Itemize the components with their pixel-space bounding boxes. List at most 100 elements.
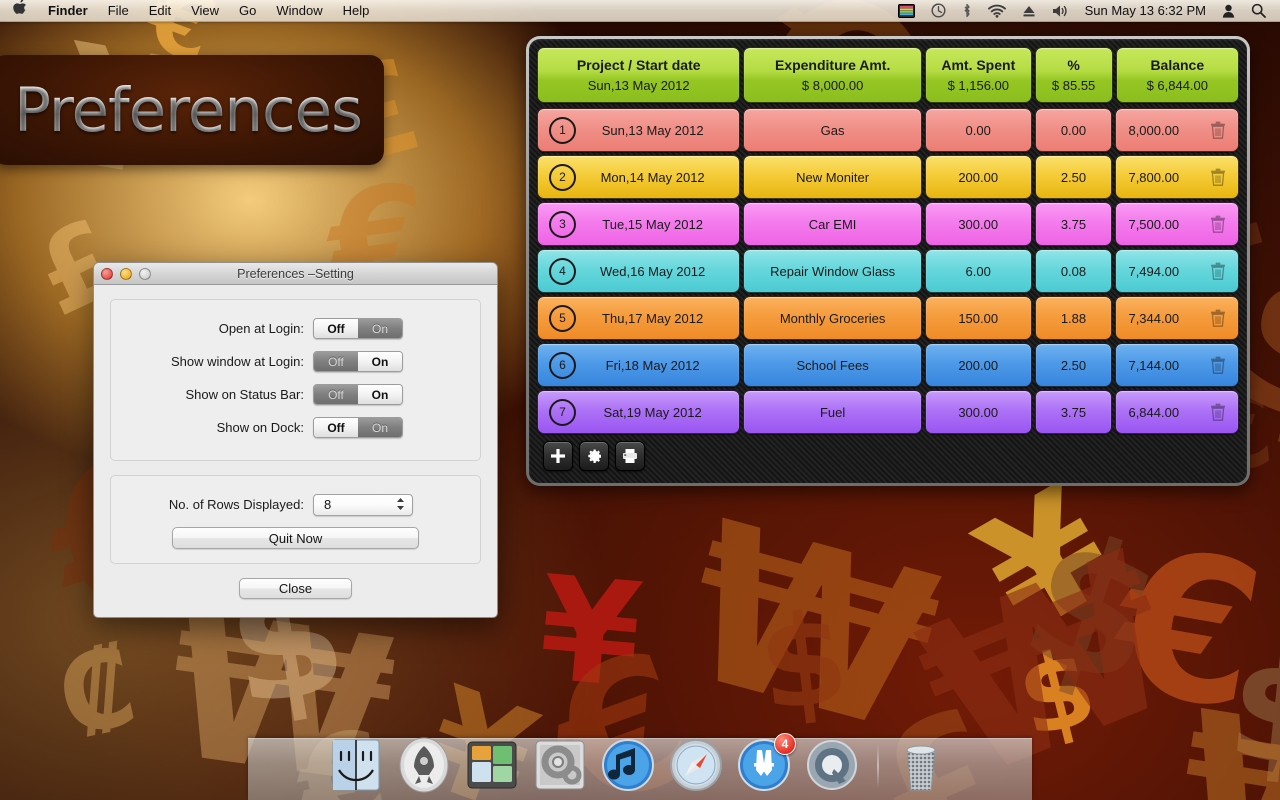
row-date-cell[interactable]: 1 Sun,13 May 2012	[537, 108, 741, 152]
toggle-off-segment[interactable]: Off	[314, 352, 358, 371]
table-header-cell[interactable]: Balance $ 6,844.00	[1115, 47, 1239, 103]
table-row[interactable]: 3 Tue,15 May 2012 Car EMI 300.00 3.75 7,500.0…	[537, 202, 1239, 246]
row-item-cell[interactable]: School Fees	[743, 343, 922, 387]
table-header-cell[interactable]: % $ 85.55	[1034, 47, 1113, 103]
preference-toggle[interactable]: Off On	[313, 417, 403, 438]
add-row-button[interactable]	[543, 441, 573, 471]
row-date-cell[interactable]: 3 Tue,15 May 2012	[537, 202, 741, 246]
row-item-cell[interactable]: Car EMI	[743, 202, 922, 246]
wifi-icon[interactable]	[980, 0, 1014, 22]
user-account-icon[interactable]	[1214, 0, 1243, 22]
row-balance-cell[interactable]: 8,000.00	[1115, 108, 1239, 152]
table-row[interactable]: 6 Fri,18 May 2012 School Fees 200.00 2.50 7,1…	[537, 343, 1239, 387]
trash-delete-icon[interactable]	[1210, 215, 1226, 233]
dock-trash[interactable]	[895, 736, 953, 794]
row-spent-cell[interactable]: 150.00	[924, 296, 1032, 340]
row-percent-cell[interactable]: 2.50	[1034, 343, 1113, 387]
row-percent-cell[interactable]: 0.08	[1034, 249, 1113, 293]
print-button[interactable]	[615, 441, 645, 471]
menu-item-view[interactable]: View	[181, 0, 229, 22]
toggle-on-segment[interactable]: On	[358, 418, 402, 437]
table-row[interactable]: 1 Sun,13 May 2012 Gas 0.00 0.00 8,000.00	[537, 108, 1239, 152]
row-spent-cell[interactable]: 300.00	[924, 202, 1032, 246]
trash-delete-icon[interactable]	[1210, 121, 1226, 139]
table-header-cell[interactable]: Project / Start date Sun,13 May 2012	[537, 47, 741, 103]
toggle-on-segment[interactable]: On	[358, 385, 402, 404]
quit-now-button[interactable]: Quit Now	[172, 527, 419, 549]
toggle-on-segment[interactable]: On	[358, 352, 402, 371]
row-spent-cell[interactable]: 6.00	[924, 249, 1032, 293]
row-percent-cell[interactable]: 3.75	[1034, 390, 1113, 434]
dock-mission-control[interactable]	[463, 736, 521, 794]
row-balance-cell[interactable]: 7,500.00	[1115, 202, 1239, 246]
table-row[interactable]: 5 Thu,17 May 2012 Monthly Groceries 150.00 1…	[537, 296, 1239, 340]
preference-toggle[interactable]: Off On	[313, 351, 403, 372]
volume-icon[interactable]	[1044, 0, 1077, 22]
row-date-cell[interactable]: 2 Mon,14 May 2012	[537, 155, 741, 199]
row-spent-cell[interactable]: 200.00	[924, 343, 1032, 387]
dock-quicktime[interactable]	[803, 736, 861, 794]
row-item-cell[interactable]: Fuel	[743, 390, 922, 434]
time-machine-icon[interactable]	[923, 0, 954, 22]
toggle-off-segment[interactable]: Off	[314, 319, 358, 338]
trash-delete-icon[interactable]	[1210, 309, 1226, 327]
toggle-on-segment[interactable]: On	[358, 319, 402, 338]
menu-item-help[interactable]: Help	[333, 0, 380, 22]
row-percent-cell[interactable]: 0.00	[1034, 108, 1113, 152]
apple-logo-icon[interactable]	[0, 0, 38, 22]
trash-delete-icon[interactable]	[1210, 356, 1226, 374]
trash-delete-icon[interactable]	[1210, 403, 1226, 421]
stepper-arrows-icon[interactable]	[396, 497, 405, 511]
table-row[interactable]: 7 Sat,19 May 2012 Fuel 300.00 3.75 6,844.00	[537, 390, 1239, 434]
preference-toggle[interactable]: Off On	[313, 384, 403, 405]
trash-delete-icon[interactable]	[1210, 168, 1226, 186]
dock-finder[interactable]	[327, 736, 385, 794]
dock-itunes[interactable]	[599, 736, 657, 794]
table-header-cell[interactable]: Amt. Spent $ 1,156.00	[924, 47, 1032, 103]
eject-icon[interactable]	[1014, 0, 1044, 22]
spotlight-search-icon[interactable]	[1243, 0, 1274, 22]
dock-safari[interactable]	[667, 736, 725, 794]
dock-launchpad[interactable]	[395, 736, 453, 794]
row-percent-cell[interactable]: 3.75	[1034, 202, 1113, 246]
row-date-cell[interactable]: 5 Thu,17 May 2012	[537, 296, 741, 340]
row-balance-cell[interactable]: 6,844.00	[1115, 390, 1239, 434]
row-item-cell[interactable]: New Moniter	[743, 155, 922, 199]
row-item-cell[interactable]: Repair Window Glass	[743, 249, 922, 293]
menu-item-window[interactable]: Window	[266, 0, 332, 22]
bluetooth-icon[interactable]	[954, 0, 980, 22]
rainbow-app-icon[interactable]	[890, 0, 923, 22]
table-header-cell[interactable]: Expenditure Amt. $ 8,000.00	[743, 47, 922, 103]
settings-button[interactable]	[579, 441, 609, 471]
menu-item-edit[interactable]: Edit	[139, 0, 181, 22]
toggle-off-segment[interactable]: Off	[314, 385, 358, 404]
row-date-cell[interactable]: 7 Sat,19 May 2012	[537, 390, 741, 434]
menu-item-file[interactable]: File	[98, 0, 139, 22]
dock-system-preferences[interactable]	[531, 736, 589, 794]
row-balance-cell[interactable]: 7,494.00	[1115, 249, 1239, 293]
row-spent-cell[interactable]: 0.00	[924, 108, 1032, 152]
preference-toggle[interactable]: Off On	[313, 318, 403, 339]
window-titlebar[interactable]: Preferences –Setting	[94, 263, 497, 285]
trash-delete-icon[interactable]	[1210, 262, 1226, 280]
row-spent-cell[interactable]: 200.00	[924, 155, 1032, 199]
row-spent-cell[interactable]: 300.00	[924, 390, 1032, 434]
row-percent-cell[interactable]: 2.50	[1034, 155, 1113, 199]
row-balance-cell[interactable]: 7,144.00	[1115, 343, 1239, 387]
row-date-cell[interactable]: 4 Wed,16 May 2012	[537, 249, 741, 293]
menu-item-finder[interactable]: Finder	[38, 0, 98, 22]
row-item-cell[interactable]: Gas	[743, 108, 922, 152]
table-row[interactable]: 4 Wed,16 May 2012 Repair Window Glass 6.00 0…	[537, 249, 1239, 293]
dock-app-store[interactable]: 4	[735, 733, 796, 794]
menu-item-go[interactable]: Go	[229, 0, 266, 22]
row-balance-cell[interactable]: 7,344.00	[1115, 296, 1239, 340]
table-row[interactable]: 2 Mon,14 May 2012 New Moniter 200.00 2.50 7,8…	[537, 155, 1239, 199]
rows-displayed-stepper[interactable]: 8	[313, 493, 413, 516]
row-percent-cell[interactable]: 1.88	[1034, 296, 1113, 340]
menu-bar-clock[interactable]: Sun May 13 6:32 PM	[1077, 3, 1214, 18]
row-balance-cell[interactable]: 7,800.00	[1115, 155, 1239, 199]
row-item-cell[interactable]: Monthly Groceries	[743, 296, 922, 340]
row-date-cell[interactable]: 6 Fri,18 May 2012	[537, 343, 741, 387]
toggle-off-segment[interactable]: Off	[314, 418, 358, 437]
close-dialog-button[interactable]: Close	[239, 578, 352, 599]
